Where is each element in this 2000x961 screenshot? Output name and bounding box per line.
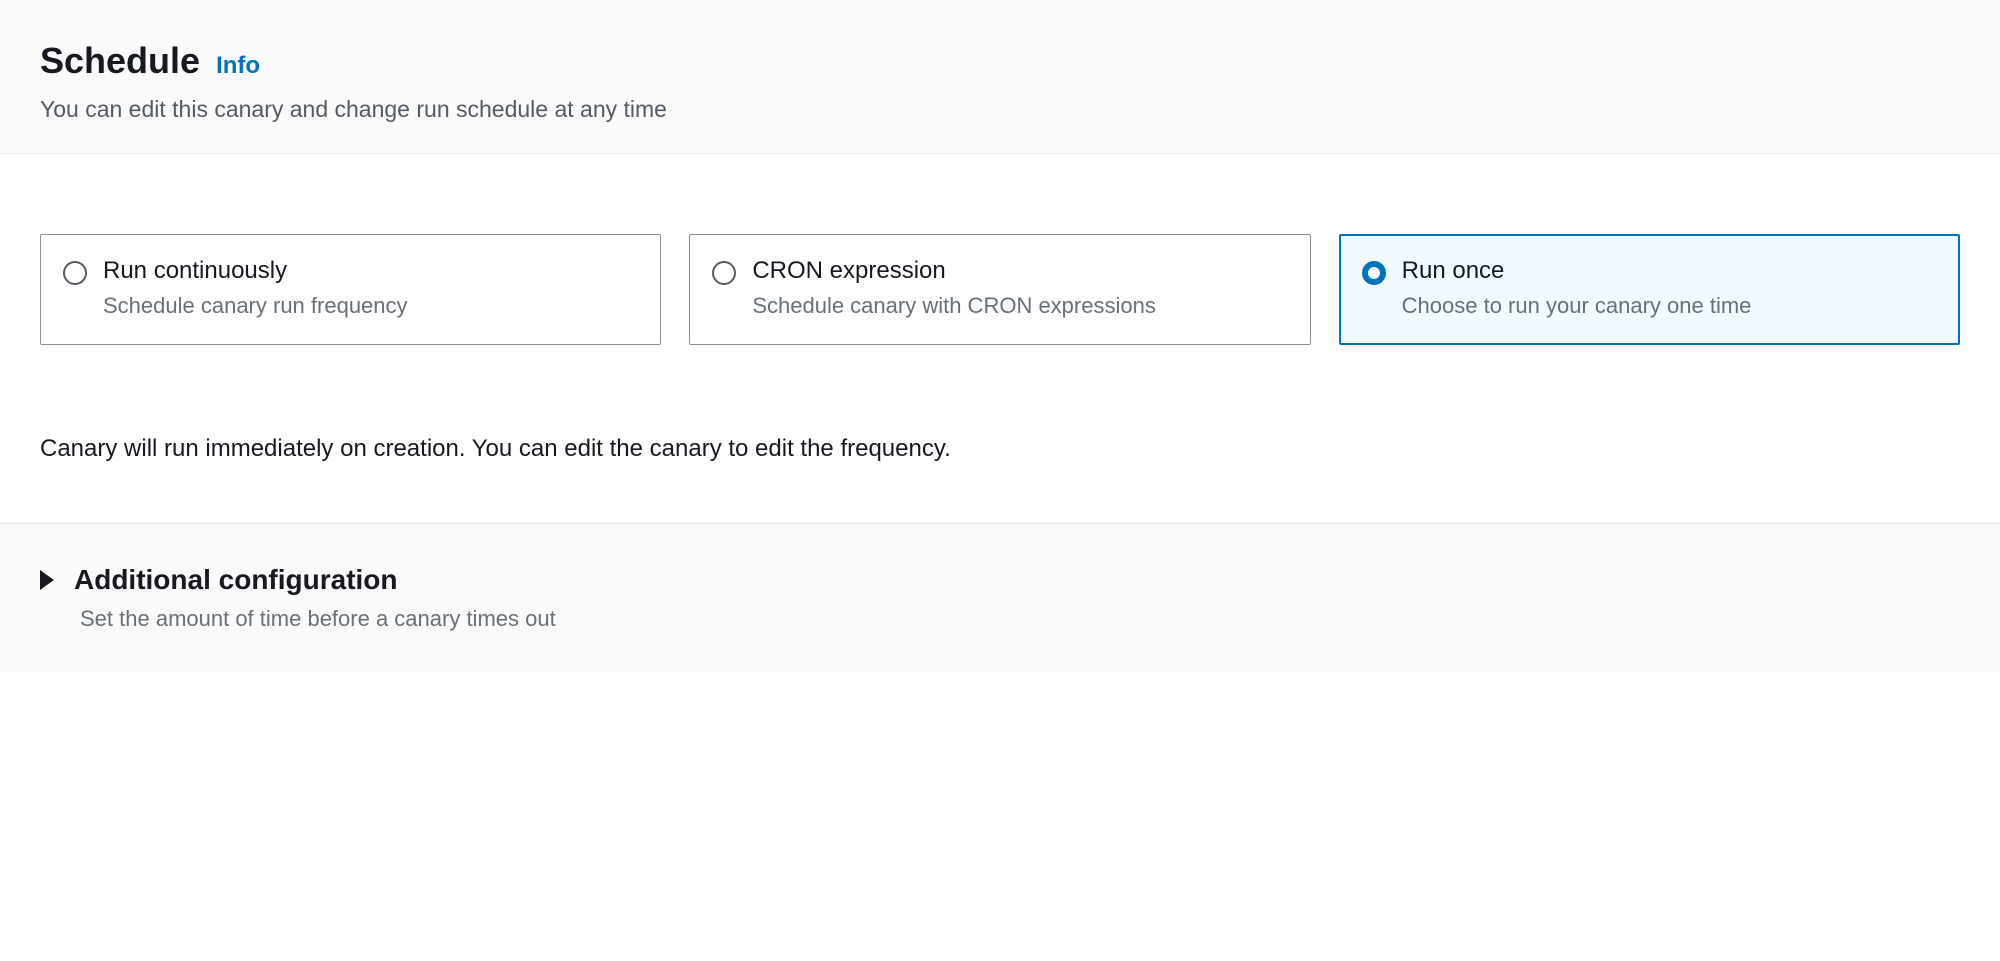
radio-icon xyxy=(712,261,736,285)
option-title: CRON expression xyxy=(752,257,1287,285)
option-title: Run once xyxy=(1402,257,1937,285)
radio-icon xyxy=(63,261,87,285)
option-content: CRON expression Schedule canary with CRO… xyxy=(752,257,1287,322)
option-run-continuously[interactable]: Run continuously Schedule canary run fre… xyxy=(40,234,661,345)
option-title: Run continuously xyxy=(103,257,638,285)
additional-configuration-section: Additional configuration Set the amount … xyxy=(0,523,2000,672)
additional-config-toggle[interactable]: Additional configuration xyxy=(40,564,1960,596)
header-title-row: Schedule Info xyxy=(40,40,1960,82)
additional-subtitle: Set the amount of time before a canary t… xyxy=(80,606,1960,632)
option-cron-expression[interactable]: CRON expression Schedule canary with CRO… xyxy=(689,234,1310,345)
info-link[interactable]: Info xyxy=(216,52,260,80)
option-description: Choose to run your canary one time xyxy=(1402,291,1937,322)
additional-title: Additional configuration xyxy=(74,564,398,596)
schedule-subtitle: You can edit this canary and change run … xyxy=(40,96,1960,123)
expand-icon xyxy=(40,570,54,590)
schedule-options: Run continuously Schedule canary run fre… xyxy=(40,234,1960,345)
schedule-content: Run continuously Schedule canary run fre… xyxy=(0,154,2000,523)
radio-icon xyxy=(1362,261,1386,285)
option-content: Run once Choose to run your canary one t… xyxy=(1402,257,1937,322)
option-description: Schedule canary with CRON expressions xyxy=(752,291,1287,322)
selection-note: Canary will run immediately on creation.… xyxy=(40,435,1960,463)
option-content: Run continuously Schedule canary run fre… xyxy=(103,257,638,322)
schedule-header: Schedule Info You can edit this canary a… xyxy=(0,0,2000,154)
option-description: Schedule canary run frequency xyxy=(103,291,638,322)
option-run-once[interactable]: Run once Choose to run your canary one t… xyxy=(1339,234,1960,345)
schedule-title: Schedule xyxy=(40,40,200,82)
